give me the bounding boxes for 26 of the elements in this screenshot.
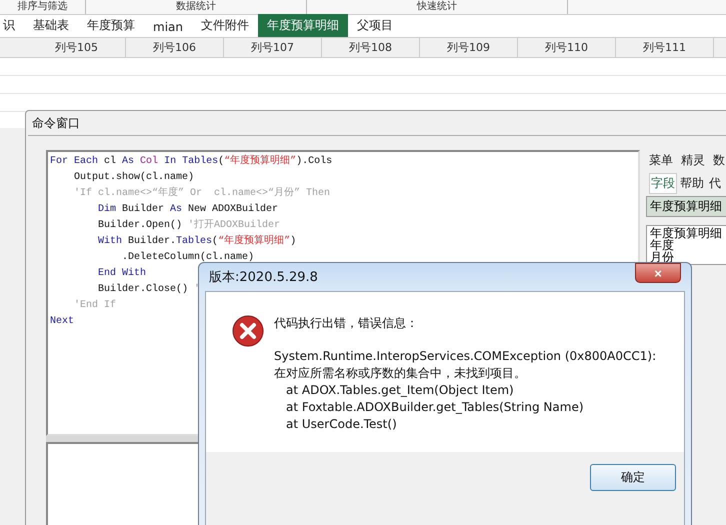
- code-line: .DeleteColumn(cl.name): [121, 250, 254, 265]
- code-line: 'End If: [73, 298, 116, 313]
- window-title: 命令窗口: [31, 115, 81, 132]
- stack-trace-line: at Foxtable.ADOXBuilder.get_Tables(String Name): [285, 399, 585, 416]
- stack-trace-line: at ADOX.Tables.get_Item(Object Item): [285, 382, 515, 399]
- code-line: Output.show(cl.name): [73, 170, 194, 185]
- column-header: 列号107: [224, 38, 322, 57]
- error-heading: 代码执行出错，错误信息：: [274, 315, 419, 332]
- code-line: Next: [50, 315, 74, 329]
- column-header: 列号106: [126, 38, 224, 57]
- code-line: Dim Builder As New ADOXBuilder: [97, 202, 278, 217]
- code-line: End With: [97, 266, 146, 281]
- code-line: With Builder.Tables(“年度预算明细”): [97, 234, 296, 249]
- ribbon-group-label: 排序与筛选: [0, 0, 86, 14]
- error-message: System.Runtime.InteropServices.COMException (0x800A0CC1): 在对应所需名称或序数的集合中，未找到项目。: [274, 348, 658, 382]
- column-header: 列号109: [420, 38, 518, 57]
- column-header: 列号108: [322, 38, 420, 57]
- dialog-title: 版本:2020.5.29.8: [209, 269, 318, 286]
- stack-trace-line: at UserCode.Test(): [285, 416, 398, 433]
- column-header: 列号105: [28, 38, 126, 57]
- code-line: Builder.Open() '打开ADOXBuilder: [97, 218, 280, 233]
- column-header: 列号111: [616, 38, 714, 57]
- column-header: 列号110: [518, 38, 616, 57]
- code-line: For Each cl As Col In Tables(“年度预算明细”).Cols: [50, 154, 332, 169]
- code-line: 'If cl.name<>“年度” Or cl.name<>“月份” Then: [73, 186, 330, 201]
- code-line: Builder.Close() ': [97, 282, 200, 297]
